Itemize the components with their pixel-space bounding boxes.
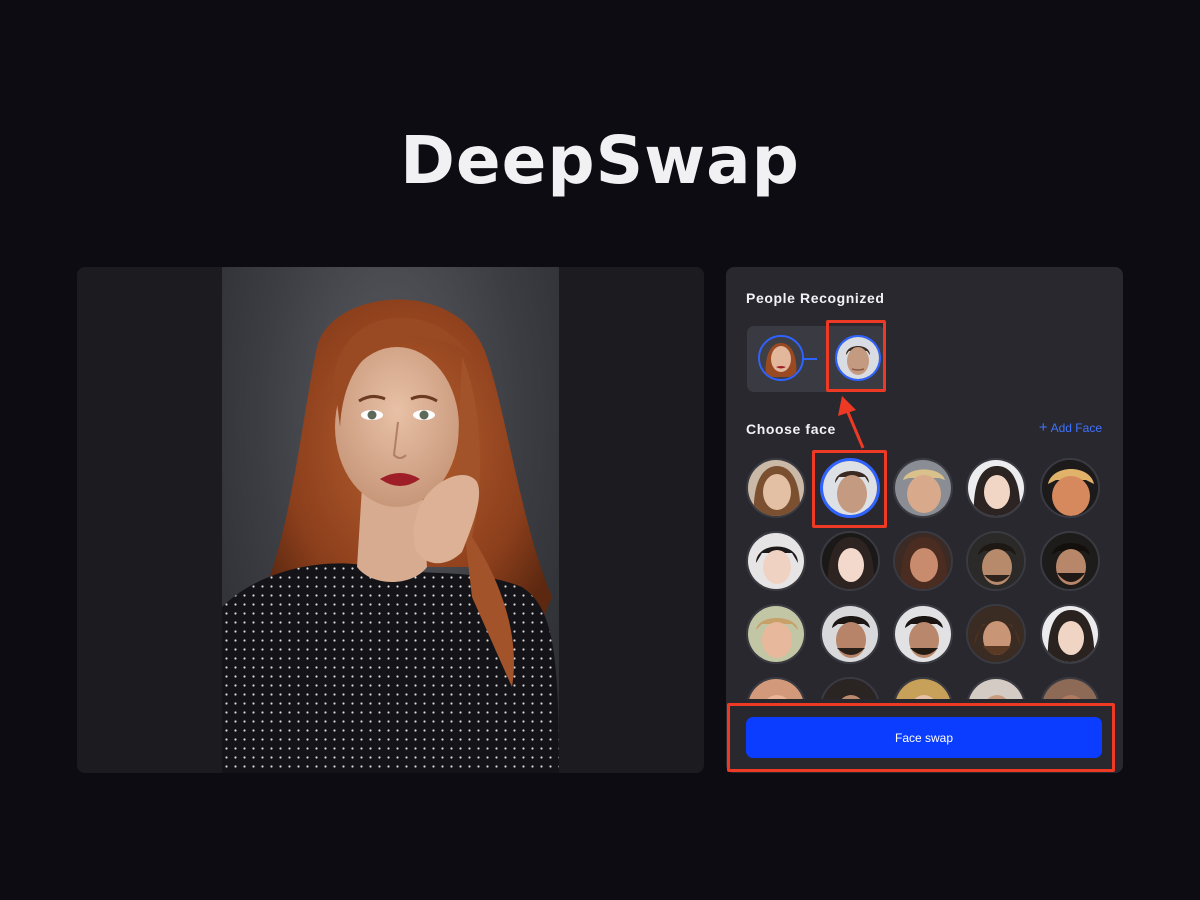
face-option-6[interactable] xyxy=(746,531,806,591)
face-swap-button[interactable]: Face swap xyxy=(746,717,1102,758)
portrait-illustration xyxy=(222,299,559,773)
face-option-14[interactable] xyxy=(966,604,1026,664)
recognized-face-target[interactable] xyxy=(835,335,881,381)
people-recognized-title: People Recognized xyxy=(746,290,885,306)
face-option-3[interactable] xyxy=(893,458,953,518)
app-logo: DeepSwap xyxy=(400,122,800,199)
face-option-10[interactable] xyxy=(1040,531,1100,591)
uploaded-photo xyxy=(222,267,559,773)
face-swap-panel: People Recognized Choose face +Add Face xyxy=(726,267,1123,773)
image-preview xyxy=(77,267,704,773)
face-option-13[interactable] xyxy=(893,604,953,664)
arrow-up-icon xyxy=(838,396,865,449)
face-option-9[interactable] xyxy=(966,531,1026,591)
face-option-11[interactable] xyxy=(746,604,806,664)
face-option-12[interactable] xyxy=(820,604,880,664)
add-face-label: Add Face xyxy=(1050,421,1102,435)
choose-face-title: Choose face xyxy=(746,421,836,437)
add-face-button[interactable]: + Add Face xyxy=(1039,419,1102,436)
plus-icon: + xyxy=(1038,419,1048,436)
face-option-2-selected[interactable] xyxy=(820,458,880,518)
recognized-face-source[interactable] xyxy=(758,335,804,381)
face-option-15[interactable] xyxy=(1040,604,1100,664)
face-option-7[interactable] xyxy=(820,531,880,591)
face-option-8[interactable] xyxy=(893,531,953,591)
face-option-1[interactable] xyxy=(746,458,806,518)
face-option-4[interactable] xyxy=(966,458,1026,518)
face-option-5[interactable] xyxy=(1040,458,1100,518)
